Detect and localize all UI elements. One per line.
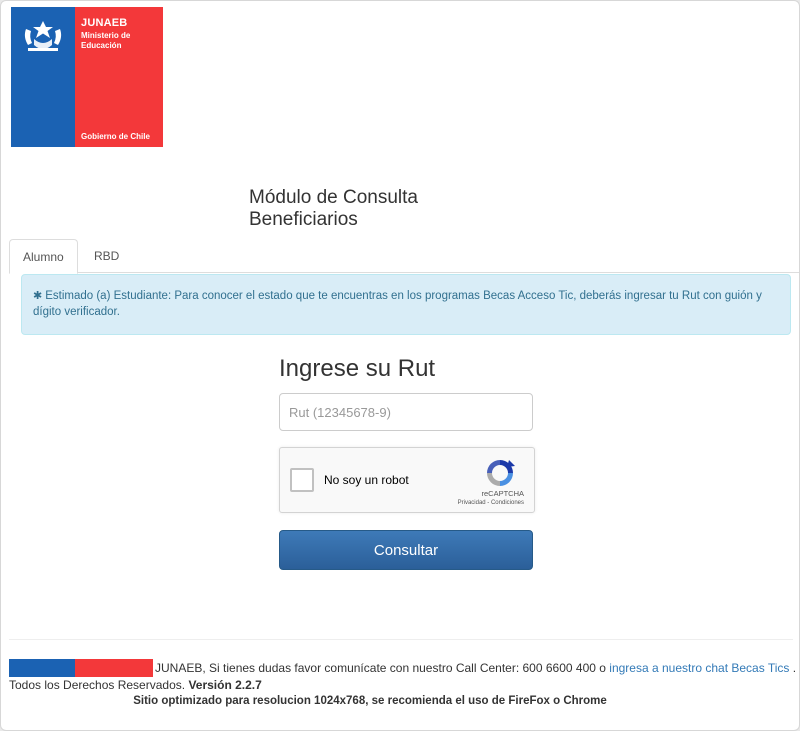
recaptcha-checkbox[interactable] [290,468,314,492]
version-label: Versión 2.2.7 [188,678,262,692]
footer-rights-text: Todos los Derechos Reservados. [9,678,186,692]
info-alert: ✱ Estimado (a) Estudiante: Para conocer e… [21,274,791,335]
rut-input[interactable] [279,393,533,431]
logo-org-name: JUNAEB [81,17,128,29]
page-title: Módulo de Consulta Beneficiarios [249,187,418,231]
coat-of-arms-icon [24,21,62,51]
logo-blue-panel [11,7,75,147]
page-title-line1: Módulo de Consulta [249,187,418,208]
footer-flag-blue [9,659,75,677]
recaptcha-terms-link[interactable]: Privacidad - Condiciones [458,500,524,506]
logo-ministry: Ministerio de Educación [81,31,131,50]
recaptcha-widget: No soy un robot reCAPTCHA Privacidad - C… [279,447,535,513]
chat-link[interactable]: ingresa a nuestro chat Becas Tics [609,661,789,675]
footer-period: . [792,661,797,675]
info-alert-text: Estimado (a) Estudiante: Para conocer el… [33,290,762,318]
junaeb-logo[interactable]: JUNAEB Ministerio de Educación Gobierno … [11,7,163,147]
logo-red-panel: JUNAEB Ministerio de Educación Gobierno … [75,7,163,147]
recaptcha-label: No soy un robot [324,473,409,487]
resolution-note: Sitio optimizado para resolucion 1024x76… [133,695,607,707]
page-title-line2: Beneficiarios [249,209,358,230]
recaptcha-logo-icon [487,460,515,486]
footer-flag-bar [9,659,153,677]
footer-contact-text: JUNAEB, Si tienes dudas favor comunícate… [155,661,606,675]
asterisk-icon: ✱ [33,290,43,302]
tab-rbd[interactable]: RBD [81,239,132,273]
footer-contact: JUNAEB, Si tienes dudas favor comunícate… [155,661,796,675]
form-heading: Ingrese su Rut [279,355,436,382]
consultar-button[interactable]: Consultar [279,530,533,570]
tab-bar: Alumno RBD [9,239,799,274]
footer-divider [9,639,793,640]
logo-government: Gobierno de Chile [81,132,150,141]
footer-rights: Todos los Derechos Reservados. Versión 2… [9,678,262,692]
footer-flag-red [75,659,153,677]
tab-alumno[interactable]: Alumno [9,239,78,274]
recaptcha-brand: reCAPTCHA [481,489,524,498]
page: JUNAEB Ministerio de Educación Gobierno … [0,0,800,731]
